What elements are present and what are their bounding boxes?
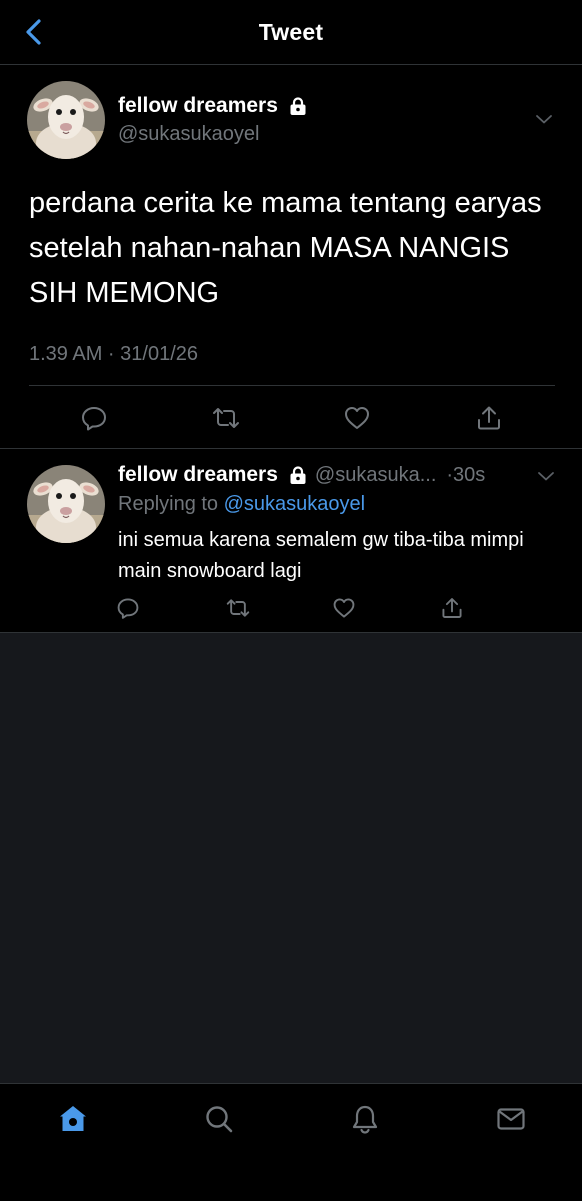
lock-icon — [288, 96, 308, 116]
heart-icon — [345, 407, 369, 429]
bell-icon — [352, 1105, 378, 1134]
reply-author-row: fellow dreamers @sukasuka... ·30s — [118, 463, 568, 487]
heart-icon — [333, 598, 355, 618]
reply-icon — [117, 598, 139, 619]
reply-icon — [82, 407, 106, 431]
nav-messages[interactable] — [491, 1099, 531, 1139]
home-icon — [60, 1106, 86, 1131]
like-button[interactable] — [340, 401, 374, 435]
top-bar: Tweet — [0, 0, 582, 65]
retweet-icon — [213, 408, 239, 428]
chevron-down-icon — [538, 472, 554, 481]
bottom-navigation — [0, 1083, 582, 1201]
replying-to-handle[interactable]: @sukasukaoyel — [224, 493, 365, 515]
nav-notifications[interactable] — [345, 1099, 385, 1139]
display-name[interactable]: fellow dreamers — [118, 94, 278, 118]
reply-actions — [0, 593, 582, 623]
tweet-text: perdana cerita ke mama tentang earyas se… — [29, 187, 542, 309]
reply-time: ·30s — [446, 463, 486, 486]
main-tweet: fellow dreamers @sukasukaoyel perdana ce… — [0, 65, 582, 449]
handle[interactable]: @sukasuka... — [315, 464, 436, 487]
avatar[interactable] — [27, 465, 105, 543]
empty-timeline-area — [0, 633, 582, 1083]
more-options-button[interactable] — [532, 107, 556, 131]
reply-tweet[interactable]: fellow dreamers @sukasuka... ·30s Replyi… — [0, 449, 582, 633]
lock-icon — [288, 465, 308, 485]
replying-to-label: Replying to — [118, 493, 219, 515]
share-icon — [442, 598, 462, 618]
display-name[interactable]: fellow dreamers — [118, 463, 278, 487]
search-icon — [206, 1106, 233, 1133]
nav-home[interactable] — [53, 1099, 93, 1139]
author-row: fellow dreamers — [118, 94, 308, 118]
page-title: Tweet — [258, 19, 324, 45]
handle[interactable]: @sukasukaoyel — [118, 123, 259, 146]
retweet-button[interactable] — [223, 593, 253, 623]
more-options-button[interactable] — [534, 464, 558, 488]
share-button[interactable] — [437, 593, 467, 623]
retweet-button[interactable] — [209, 401, 243, 435]
replying-to: Replying to @sukasukaoyel — [118, 493, 365, 516]
divider — [29, 385, 555, 386]
share-icon — [478, 406, 500, 430]
tweet-timestamp: 1.39 AM · 31/01/26 — [29, 343, 199, 365]
mail-icon — [497, 1108, 525, 1130]
like-button[interactable] — [329, 593, 359, 623]
reply-text: ini semua karena semalem gw tiba-tiba mi… — [118, 529, 524, 582]
tweet-actions — [0, 401, 582, 435]
reply-button[interactable] — [77, 401, 111, 435]
retweet-icon — [226, 599, 250, 617]
share-button[interactable] — [472, 401, 506, 435]
reply-button[interactable] — [113, 593, 143, 623]
avatar[interactable] — [27, 81, 105, 159]
nav-search[interactable] — [199, 1099, 239, 1139]
chevron-down-icon — [536, 115, 552, 124]
